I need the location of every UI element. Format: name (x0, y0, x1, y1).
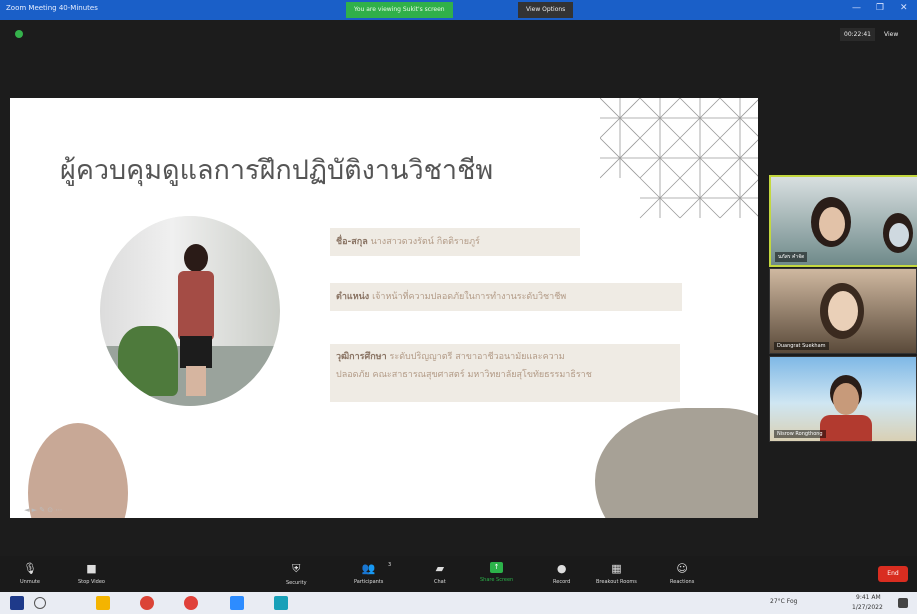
participants-button[interactable]: 👥 Participants (354, 562, 383, 585)
shared-slide: ผู้ควบคุมดูแลการฝึกปฏิบัติงานวิชาชีพ ชื่… (10, 98, 758, 518)
name-label: ชื่อ-สกุล (336, 237, 368, 247)
view-button[interactable]: View (880, 28, 902, 41)
participant-tile[interactable]: Nisrow Rongthong (769, 356, 917, 442)
browser-icon[interactable] (184, 596, 198, 610)
chat-icon: ▰ (435, 562, 445, 575)
name-value: นางสาวดวงรัตน์ กิตติรายภูร์ (370, 237, 480, 247)
slide-controls[interactable]: ◄ ► ✎ ⊙ ⋯ (24, 506, 62, 514)
stop-video-button[interactable]: ■ Stop Video (78, 562, 105, 585)
minimize-icon[interactable]: — (852, 3, 861, 13)
clock-time[interactable]: 9:41 AM (856, 594, 881, 601)
shield-icon: ⛨ (292, 562, 301, 575)
lattice-decoration (600, 98, 758, 219)
windows-taskbar: 27°C Fog 9:41 AM 1/27/2022 (0, 592, 917, 614)
position-label: ตำแหน่ง (336, 292, 370, 302)
clock-date[interactable]: 1/27/2022 (852, 604, 883, 611)
window-title: Zoom Meeting 40-Minutes (6, 4, 98, 12)
supervisor-photo (100, 216, 280, 406)
chat-button[interactable]: ▰ Chat (434, 562, 446, 585)
participants-icon: 👥 (361, 562, 376, 575)
encryption-shield-icon[interactable] (15, 30, 23, 38)
meeting-controls (0, 556, 917, 592)
participant-tile[interactable]: Duangrat Suekham (769, 268, 917, 354)
close-icon[interactable]: ✕ (900, 3, 908, 13)
education-box: วุฒิการศึกษา ระดับปริญญาตรี สาขาอาชีวอนา… (330, 344, 680, 402)
unmute-button[interactable]: 🎙 Unmute (20, 562, 40, 585)
search-icon[interactable] (34, 597, 46, 609)
breakout-rooms-button[interactable]: ▦ Breakout Rooms (596, 562, 637, 585)
name-box: ชื่อ-สกุล นางสาวดวงรัตน์ กิตติรายภูร์ (330, 228, 580, 256)
notifications-icon[interactable] (898, 598, 908, 608)
position-value: เจ้าหน้าที่ความปลอดภัยในการทำงานระดับวิช… (372, 292, 567, 302)
view-options-button[interactable]: View Options (518, 2, 574, 18)
record-icon: ● (556, 562, 567, 575)
education-label: วุฒิการศึกษา (336, 352, 387, 362)
security-button[interactable]: ⛨ Security (286, 562, 307, 586)
reactions-icon: ☺ (676, 562, 688, 575)
window-titlebar: Zoom Meeting 40-Minutes You are viewing … (0, 0, 917, 20)
meeting-timer: 00:22:41 (840, 28, 875, 41)
share-screen-icon: ↑ (490, 562, 504, 573)
breakout-rooms-icon: ▦ (611, 562, 622, 575)
slide-heading: ผู้ควบคุมดูแลการฝึกปฏิบัติงานวิชาชีพ (60, 155, 494, 186)
plant-image (118, 326, 178, 396)
end-meeting-button[interactable]: End (878, 566, 908, 582)
education-value-line1: ระดับปริญญาตรี สาขาอาชีวอนามัยและความ (389, 352, 565, 362)
share-screen-button[interactable]: ↑ Share Screen (480, 562, 513, 583)
reactions-button[interactable]: ☺ Reactions (670, 562, 694, 585)
weather-status[interactable]: 27°C Fog (770, 598, 797, 605)
participant-name: นภัสร คำจัด (775, 252, 808, 262)
decorative-blob-left (28, 423, 128, 518)
restore-icon[interactable]: ❐ (876, 3, 884, 13)
file-explorer-icon[interactable] (96, 596, 110, 610)
participant-tile[interactable]: นภัสร คำจัด (769, 175, 917, 267)
position-box: ตำแหน่ง เจ้าหน้าที่ความปลอดภัยในการทำงาน… (330, 283, 682, 311)
record-button[interactable]: ● Record (553, 562, 570, 585)
participant-name: Duangrat Suekham (774, 342, 829, 350)
zoom-icon[interactable] (230, 596, 244, 610)
windows-start-icon[interactable] (10, 596, 24, 610)
share-notice: You are viewing Sukit's screen (346, 2, 453, 18)
decorative-blob-right (595, 408, 758, 518)
video-camera-icon: ■ (86, 562, 97, 575)
participant-name: Nisrow Rongthong (774, 430, 826, 438)
education-value-line2: ปลอดภัย คณะสาธารณสุขศาสตร์ มหาวิทยาลัยสุ… (336, 370, 592, 380)
app-icon[interactable] (274, 596, 288, 610)
microphone-muted-icon: 🎙 (22, 562, 37, 575)
chrome-icon[interactable] (140, 596, 154, 610)
participants-count: 3 (388, 562, 392, 568)
